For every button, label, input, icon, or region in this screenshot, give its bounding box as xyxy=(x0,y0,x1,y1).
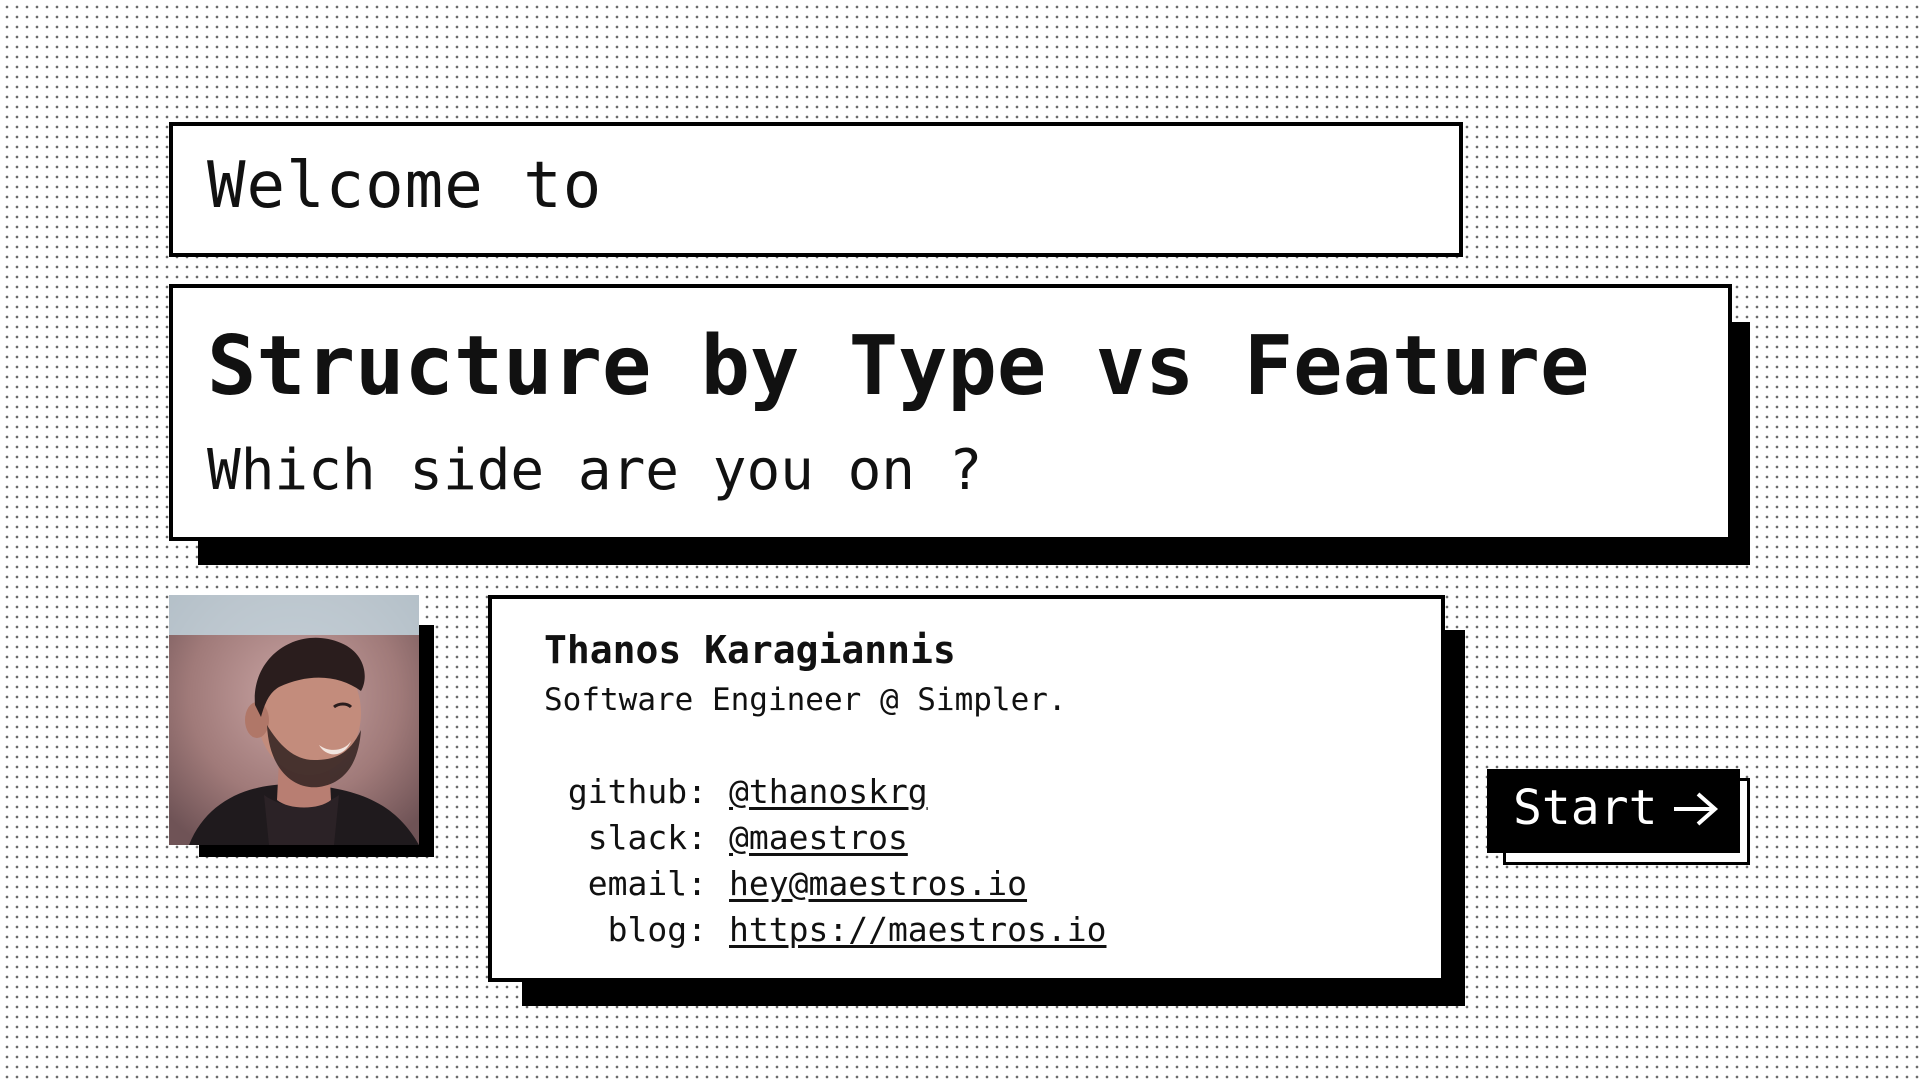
arrow-right-icon xyxy=(1674,792,1719,826)
profile-name: Thanos Karagiannis xyxy=(544,628,956,672)
contact-label-blog: blog: xyxy=(607,910,707,949)
blog-link[interactable]: https://maestros.io xyxy=(729,913,1107,946)
github-link[interactable]: @thanoskrg xyxy=(729,775,928,808)
start-button[interactable]: Start xyxy=(1487,769,1740,853)
profile-card: Thanos Karagiannis Software Engineer @ S… xyxy=(488,595,1445,982)
slack-link[interactable]: @maestros xyxy=(729,821,908,854)
contact-row-slack: slack: @maestros xyxy=(544,821,908,854)
contact-label-slack: slack: xyxy=(587,818,707,857)
contact-label-github: github: xyxy=(567,772,707,811)
email-link[interactable]: hey@maestros.io xyxy=(729,867,1027,900)
avatar xyxy=(169,595,419,845)
page-subtitle: Which side are you on ? xyxy=(207,438,983,503)
avatar-photo xyxy=(169,595,419,845)
contact-row-blog: blog: https://maestros.io xyxy=(544,913,1107,946)
start-button-label: Start xyxy=(1513,780,1658,836)
welcome-box: Welcome to xyxy=(169,122,1463,257)
contact-label-email: email: xyxy=(587,864,707,903)
contact-row-github: github: @thanoskrg xyxy=(544,775,928,808)
profile-role: Software Engineer @ Simpler. xyxy=(544,682,1067,718)
title-box: Structure by Type vs Feature Which side … xyxy=(169,284,1732,541)
page-title: Structure by Type vs Feature xyxy=(207,319,1590,414)
welcome-text: Welcome to xyxy=(207,149,603,223)
contact-row-email: email: hey@maestros.io xyxy=(544,867,1027,900)
